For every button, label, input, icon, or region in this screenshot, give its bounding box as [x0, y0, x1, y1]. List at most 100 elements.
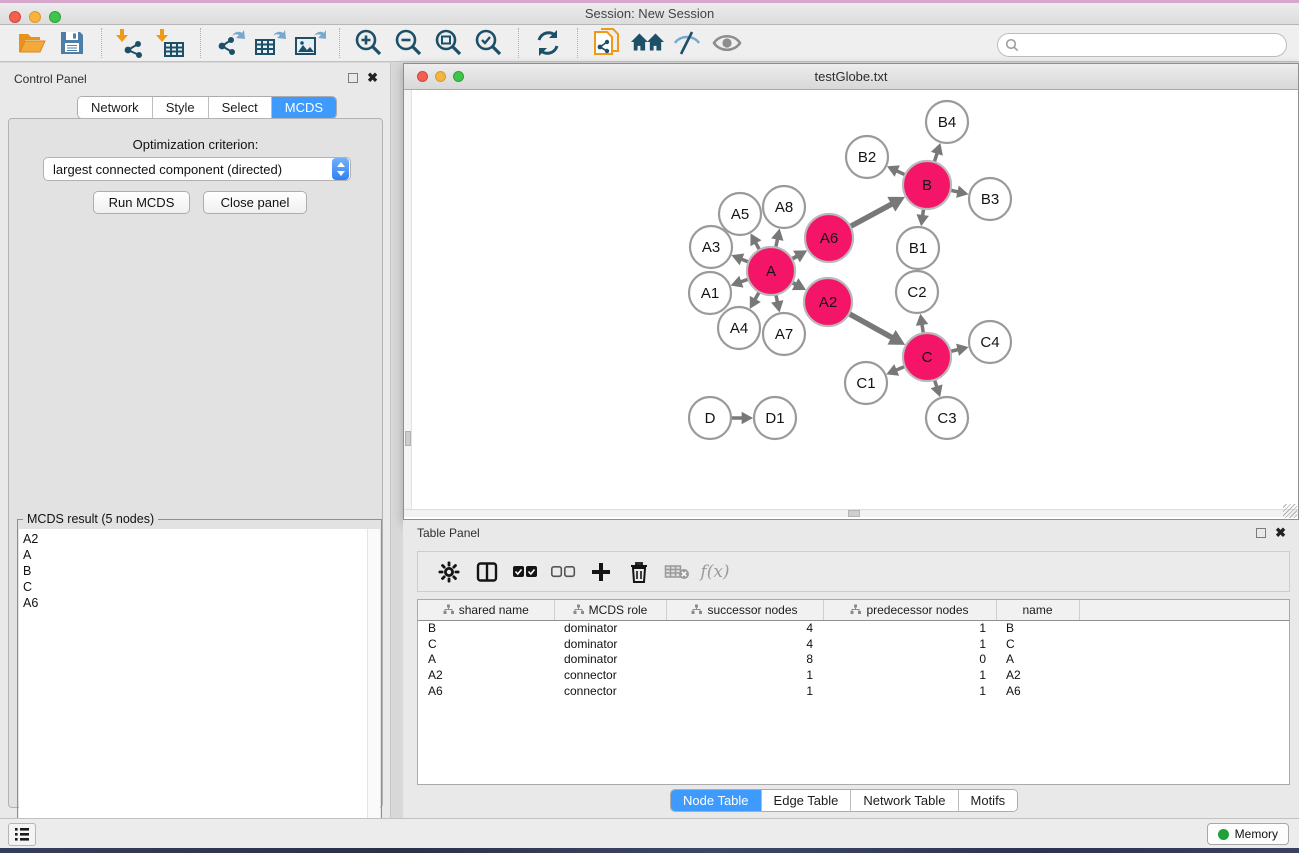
criterion-dropdown[interactable]: largest connected component (directed) — [43, 157, 351, 181]
import-table-icon[interactable] — [154, 27, 188, 59]
table-toolbar: f(x) — [417, 551, 1290, 592]
graph-node-B1[interactable]: B1 — [897, 227, 939, 269]
show-columns-icon[interactable] — [472, 557, 502, 587]
mcds-result-item[interactable]: A — [23, 547, 368, 563]
export-image-icon[interactable] — [293, 27, 327, 59]
table-cell-filler — [1079, 636, 1289, 652]
home-view-icon[interactable] — [630, 27, 664, 59]
table-row[interactable]: Bdominator41B — [418, 620, 1289, 636]
zoom-fit-icon[interactable] — [432, 27, 466, 59]
zoom-in-icon[interactable] — [352, 27, 386, 59]
select-all-icon[interactable] — [510, 557, 540, 587]
tab-mcds[interactable]: MCDS — [272, 97, 336, 118]
graph-node-A[interactable]: A — [747, 247, 795, 295]
graph-node-A2[interactable]: A2 — [804, 278, 852, 326]
run-mcds-button[interactable]: Run MCDS — [93, 191, 190, 214]
mcds-result-item[interactable]: A2 — [23, 531, 368, 547]
graph-node-C[interactable]: C — [903, 333, 951, 381]
svg-text:C: C — [922, 349, 933, 366]
table-row[interactable]: A6connector11A6 — [418, 683, 1289, 699]
graph-node-B[interactable]: B — [903, 161, 951, 209]
graph-node-A8[interactable]: A8 — [763, 186, 805, 228]
network-minimize-button[interactable] — [435, 71, 446, 82]
mcds-result-item[interactable]: C — [23, 579, 368, 595]
result-scrollbar[interactable] — [367, 529, 380, 853]
network-canvas[interactable]: B4 B2 B B3 A8A5 A6 A3 B1 A C2 A1 A2 A4A7 C4 C C1 C3 D D1 — [404, 90, 1298, 510]
column-header-name[interactable]: name — [996, 600, 1079, 620]
column-header-successor-nodes[interactable]: successor nodes — [666, 600, 823, 620]
criterion-value: largest connected component (directed) — [44, 162, 332, 177]
close-panel-button[interactable]: Close panel — [203, 191, 307, 214]
graph-node-A4[interactable]: A4 — [718, 307, 760, 349]
graph-node-D[interactable]: D — [689, 397, 731, 439]
table-cell: A6 — [996, 683, 1079, 699]
graph-node-A3[interactable]: A3 — [690, 226, 732, 268]
add-column-icon[interactable] — [586, 557, 616, 587]
import-network-icon[interactable] — [114, 27, 148, 59]
network-window-titlebar[interactable]: testGlobe.txt — [404, 64, 1298, 90]
task-history-button[interactable] — [8, 823, 36, 846]
close-window-button[interactable] — [9, 11, 21, 23]
delete-column-icon[interactable] — [624, 557, 654, 587]
graph-node-A7[interactable]: A7 — [763, 313, 805, 355]
graph-node-D1[interactable]: D1 — [754, 397, 796, 439]
tab-node-table[interactable]: Node Table — [671, 790, 762, 811]
mcds-result-item[interactable]: B — [23, 563, 368, 579]
graph-node-B4[interactable]: B4 — [926, 101, 968, 143]
tab-network[interactable]: Network — [78, 97, 153, 118]
open-session-icon[interactable] — [15, 27, 49, 59]
column-header-mcds-role[interactable]: MCDS role — [554, 600, 666, 620]
graph-node-A5[interactable]: A5 — [719, 193, 761, 235]
deselect-all-icon[interactable] — [548, 557, 578, 587]
svg-text:B2: B2 — [858, 149, 876, 166]
close-panel-icon[interactable]: ✖ — [367, 73, 378, 83]
table-cell-filler — [1079, 620, 1289, 636]
network-close-button[interactable] — [417, 71, 428, 82]
delete-table-icon[interactable] — [662, 557, 692, 587]
save-session-icon[interactable] — [55, 27, 89, 59]
graph-node-C1[interactable]: C1 — [845, 362, 887, 404]
graph-node-B3[interactable]: B3 — [969, 178, 1011, 220]
search-input[interactable] — [1019, 38, 1269, 52]
close-panel-icon[interactable]: ✖ — [1275, 528, 1286, 538]
maximize-window-button[interactable] — [49, 11, 61, 23]
export-network-icon[interactable] — [213, 27, 247, 59]
zoom-out-icon[interactable] — [392, 27, 426, 59]
column-header-predecessor-nodes[interactable]: predecessor nodes — [823, 600, 996, 620]
network-from-file-icon[interactable] — [590, 27, 624, 59]
memory-button[interactable]: Memory — [1207, 823, 1289, 845]
tab-select[interactable]: Select — [209, 97, 272, 118]
app-title: Session: New Session — [0, 6, 1299, 21]
network-vertical-scrollbar[interactable] — [404, 90, 412, 510]
column-header-shared-name[interactable]: shared name — [418, 600, 554, 620]
graph-node-A6[interactable]: A6 — [805, 214, 853, 262]
tab-edge-table[interactable]: Edge Table — [762, 790, 852, 811]
graph-node-B2[interactable]: B2 — [846, 136, 888, 178]
svg-text:D: D — [705, 410, 716, 427]
table-row[interactable]: A2connector11A2 — [418, 667, 1289, 683]
minimize-window-button[interactable] — [29, 11, 41, 23]
float-panel-icon[interactable] — [348, 73, 358, 83]
table-row[interactable]: Cdominator41C — [418, 636, 1289, 652]
hide-eye-icon[interactable] — [670, 27, 704, 59]
network-maximize-button[interactable] — [453, 71, 464, 82]
show-eye-icon[interactable] — [710, 27, 744, 59]
graph-node-C3[interactable]: C3 — [926, 397, 968, 439]
table-row[interactable]: Adominator80A — [418, 651, 1289, 667]
function-builder-icon[interactable]: f(x) — [700, 557, 730, 587]
zoom-selected-icon[interactable] — [472, 27, 506, 59]
tab-style[interactable]: Style — [153, 97, 209, 118]
graph-node-C2[interactable]: C2 — [896, 271, 938, 313]
export-table-icon[interactable] — [253, 27, 287, 59]
refresh-view-icon[interactable] — [531, 27, 565, 59]
mcds-result-item[interactable]: A6 — [23, 595, 368, 611]
window-resize-grip[interactable] — [1283, 504, 1297, 518]
graph-node-A1[interactable]: A1 — [689, 272, 731, 314]
search-field[interactable] — [997, 33, 1287, 57]
table-settings-gear-icon[interactable] — [434, 557, 464, 587]
tab-network-table[interactable]: Network Table — [851, 790, 958, 811]
network-horizontal-scrollbar[interactable] — [404, 509, 1298, 517]
tab-motifs[interactable]: Motifs — [959, 790, 1018, 811]
float-panel-icon[interactable] — [1256, 528, 1266, 538]
graph-node-C4[interactable]: C4 — [969, 321, 1011, 363]
